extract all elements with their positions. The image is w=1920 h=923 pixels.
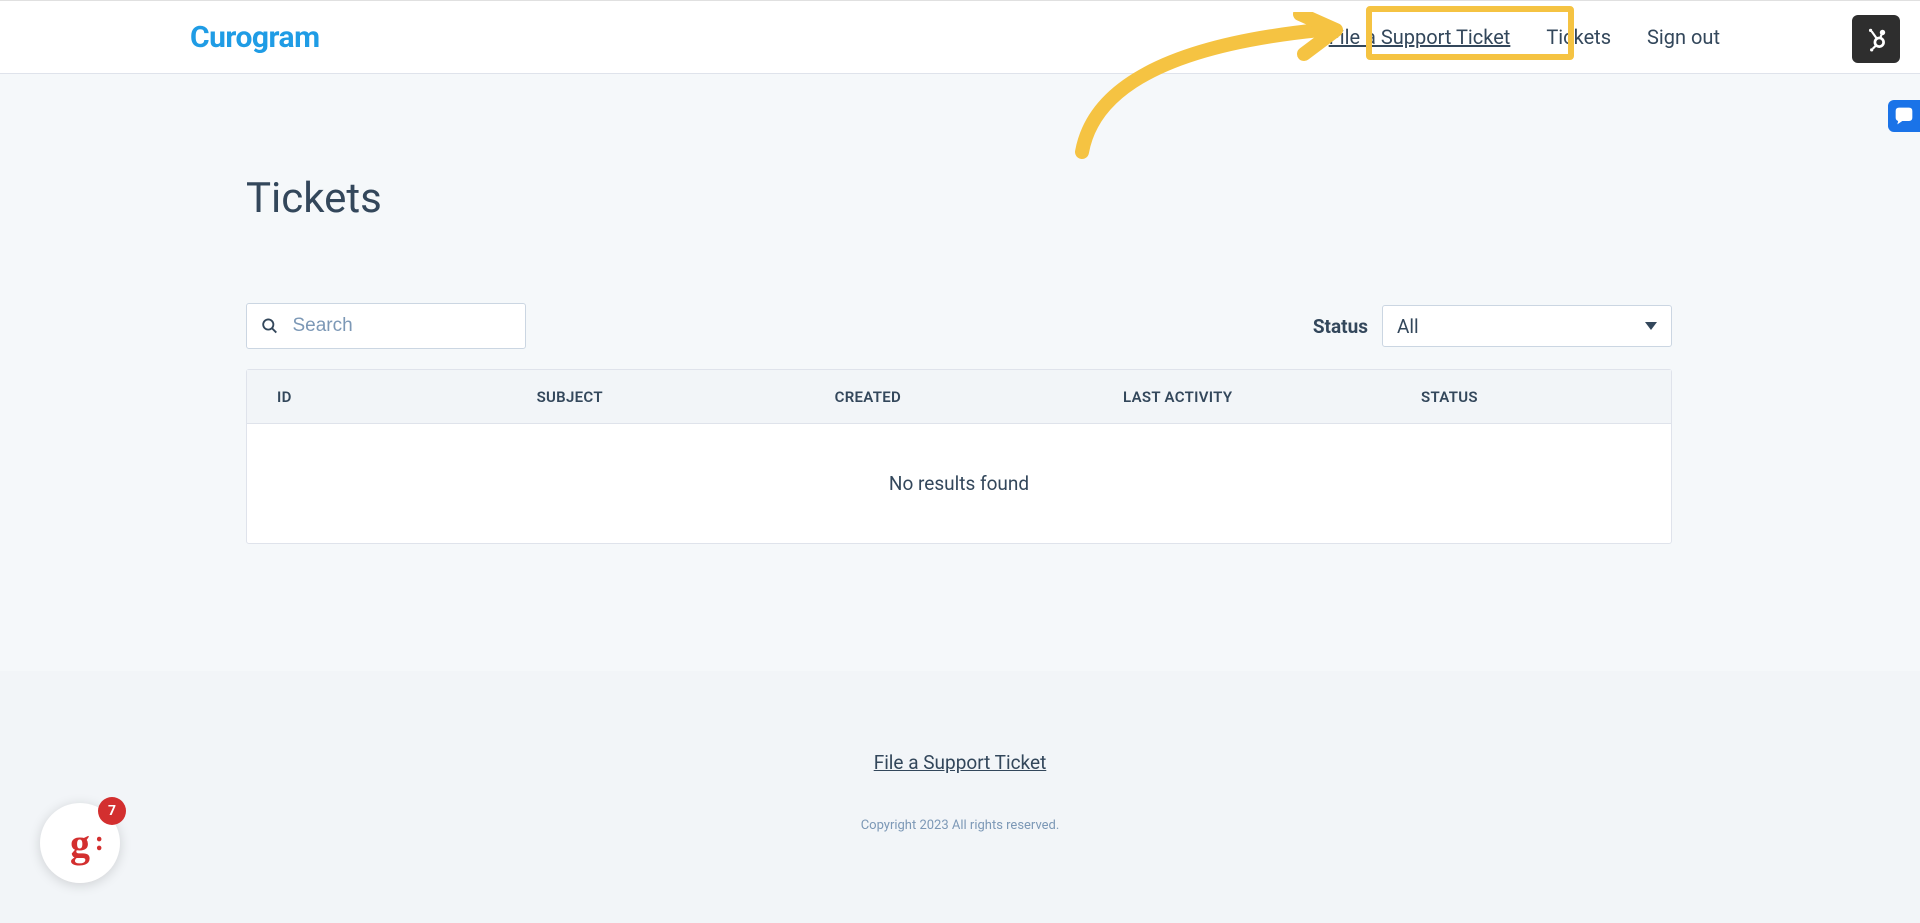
- header: Curogram File a Support Ticket Tickets S…: [0, 0, 1920, 74]
- controls-row: Status All: [238, 303, 1722, 349]
- footer: File a Support Ticket Copyright 2023 All…: [0, 671, 1920, 923]
- no-results-message: No results found: [247, 424, 1671, 543]
- hubspot-icon: [1863, 26, 1889, 52]
- th-subject: SUBJECT: [537, 388, 835, 406]
- side-chat-widget[interactable]: [1888, 100, 1920, 132]
- chevron-down-icon: [1645, 322, 1657, 330]
- search-box[interactable]: [246, 303, 526, 349]
- search-input[interactable]: [292, 315, 511, 337]
- floating-action-button[interactable]: g 7: [40, 803, 120, 883]
- th-id: ID: [247, 388, 537, 406]
- fab-logo: g: [70, 820, 90, 867]
- page-title: Tickets: [246, 174, 1722, 223]
- status-select[interactable]: All: [1382, 305, 1672, 347]
- table-header-row: ID SUBJECT CREATED LAST ACTIVITY STATUS: [247, 370, 1671, 424]
- nav-sign-out[interactable]: Sign out: [1647, 25, 1720, 49]
- status-filter-group: Status All: [1313, 305, 1672, 347]
- main-content: Tickets Status All I: [0, 74, 1920, 544]
- nav-file-ticket[interactable]: File a Support Ticket: [1329, 25, 1511, 49]
- status-select-value: All: [1397, 315, 1419, 338]
- fab-badge: 7: [98, 797, 126, 825]
- status-label: Status: [1313, 315, 1368, 338]
- th-last-activity: LAST ACTIVITY: [1123, 388, 1421, 406]
- logo[interactable]: Curogram: [190, 20, 320, 55]
- chat-icon: [1894, 106, 1914, 126]
- nav: File a Support Ticket Tickets Sign out: [1329, 25, 1720, 49]
- th-created: CREATED: [835, 388, 1123, 406]
- search-icon: [261, 316, 278, 336]
- copyright-text: Copyright 2023 All rights reserved.: [0, 818, 1920, 833]
- footer-file-ticket-link[interactable]: File a Support Ticket: [874, 751, 1047, 774]
- nav-tickets[interactable]: Tickets: [1546, 25, 1611, 49]
- hubspot-button[interactable]: [1852, 15, 1900, 63]
- th-status: STATUS: [1421, 388, 1671, 406]
- tickets-table: ID SUBJECT CREATED LAST ACTIVITY STATUS …: [246, 369, 1672, 544]
